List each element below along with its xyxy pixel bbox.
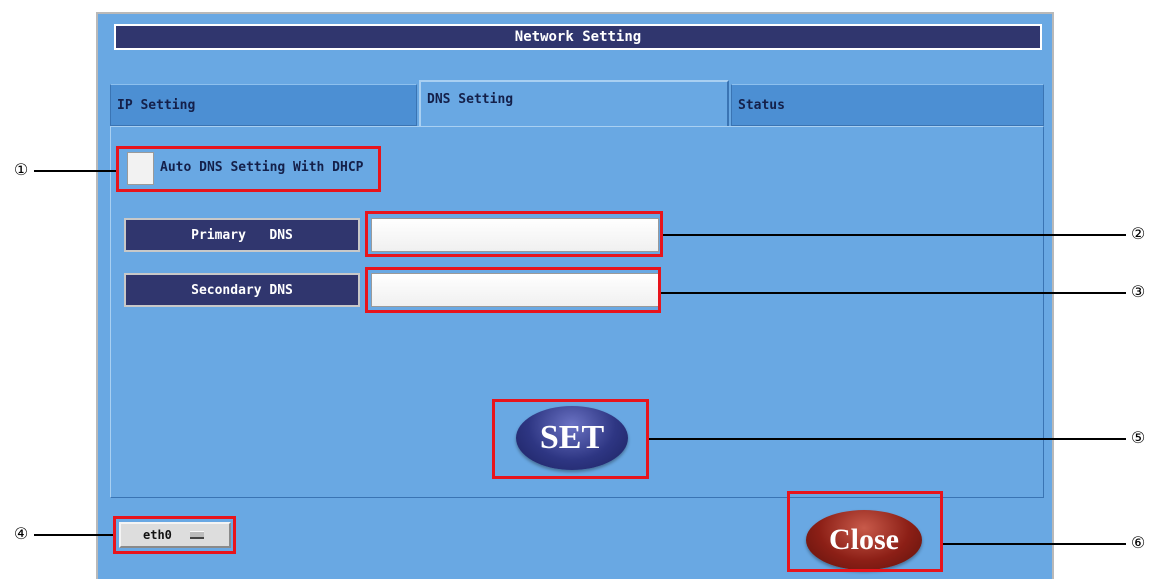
highlight-box-primary-dns bbox=[365, 211, 663, 257]
secondary-dns-label: Secondary DNS bbox=[124, 273, 360, 307]
callout-number-1: ① bbox=[13, 160, 29, 179]
callout-number-2: ② bbox=[1130, 224, 1146, 243]
tab-dns-setting[interactable]: DNS Setting bbox=[419, 80, 729, 127]
highlight-box-auto-dns bbox=[116, 146, 381, 192]
highlight-box-interface bbox=[113, 516, 236, 554]
tab-status[interactable]: Status bbox=[731, 84, 1044, 126]
callout-line-3 bbox=[661, 292, 1126, 294]
primary-dns-label: Primary DNS bbox=[124, 218, 360, 252]
callout-line-4 bbox=[34, 534, 113, 536]
callout-line-6 bbox=[943, 543, 1126, 545]
callout-number-4: ④ bbox=[13, 524, 29, 543]
highlight-box-close bbox=[787, 491, 943, 572]
callout-line-1 bbox=[34, 170, 116, 172]
callout-number-5: ⑤ bbox=[1130, 428, 1146, 447]
window-title: Network Setting bbox=[114, 24, 1042, 50]
highlight-box-set bbox=[492, 399, 649, 479]
callout-line-2 bbox=[663, 234, 1126, 236]
highlight-box-secondary-dns bbox=[365, 267, 661, 313]
callout-number-3: ③ bbox=[1130, 282, 1146, 301]
tab-ip-setting[interactable]: IP Setting bbox=[110, 84, 417, 126]
callout-number-6: ⑥ bbox=[1130, 533, 1146, 552]
callout-line-5 bbox=[649, 438, 1126, 440]
